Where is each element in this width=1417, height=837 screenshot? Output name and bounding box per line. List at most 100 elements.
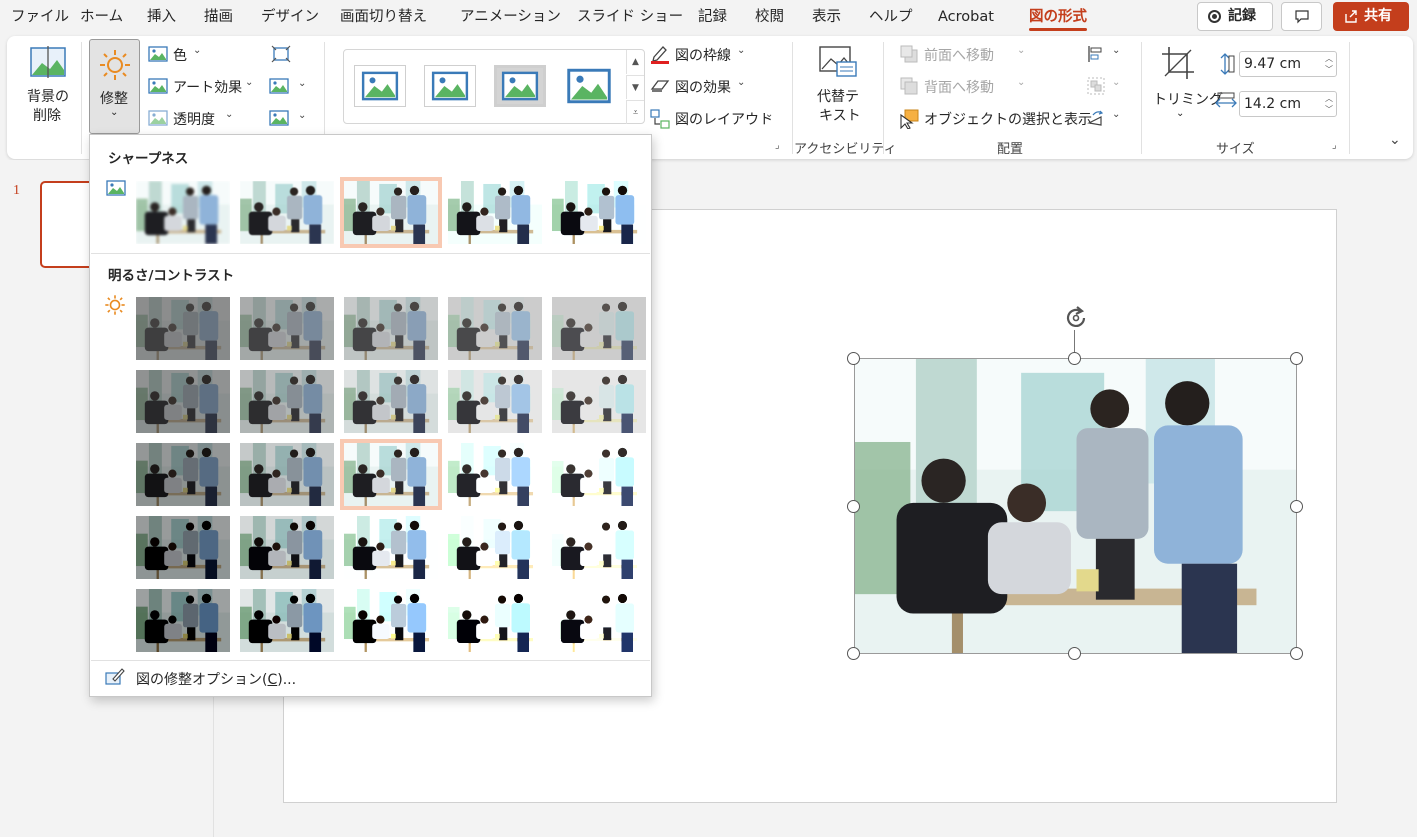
reset-picture-button[interactable]: ⌄ [269,108,309,130]
selection-pane-button[interactable]: オブジェクトの選択と表示 [898,107,1092,131]
alt-text-button[interactable]: 代替テ キスト [807,42,869,132]
brightness-contrast-option[interactable] [448,297,542,360]
tab-home[interactable]: ホーム [80,0,123,34]
width-input[interactable]: 14.2 cm ︿ ﹀ [1239,91,1337,117]
brightness-contrast-option[interactable] [136,370,230,433]
picture-effects-button[interactable]: 図の効果 ⌄ [648,75,758,99]
chevron-down-icon: ⌄ [110,107,119,118]
tab-acrobat[interactable]: Acrobat [938,0,994,34]
collapse-ribbon-icon[interactable]: ⌄ [1389,132,1401,148]
brightness-contrast-option[interactable] [136,443,230,506]
picture-style-4[interactable] [564,65,616,107]
tab-transitions[interactable]: 画面切り替え [340,0,427,34]
brightness-contrast-option[interactable] [552,297,646,360]
tab-record[interactable]: 記録 [698,0,727,34]
height-icon [1220,53,1235,75]
tab-insert[interactable]: 挿入 [147,0,176,34]
tab-file[interactable]: ファイル [11,0,69,34]
transparency-button[interactable]: 透明度 ⌄ [146,107,246,131]
brightness-contrast-option[interactable] [344,370,438,433]
resize-handle[interactable] [847,352,860,365]
sharpness-option[interactable] [448,181,542,244]
picture-style-1[interactable] [354,65,406,107]
gallery-scroll-down[interactable]: ▼ [626,75,644,99]
picture-style-2[interactable] [424,65,476,107]
sharpness-option[interactable] [136,181,230,244]
sharpness-option[interactable] [240,181,334,244]
spin-up-icon[interactable]: ︿ [1325,94,1333,103]
resize-handle[interactable] [1068,352,1081,365]
change-picture-button[interactable]: ⌄ [269,76,309,98]
sharpness-option[interactable] [340,177,442,248]
height-input[interactable]: 9.47 cm ︿ ﹀ [1239,51,1337,77]
resize-handle[interactable] [1068,647,1081,660]
rotate-handle-icon[interactable] [1062,304,1090,332]
tab-review[interactable]: 校閲 [755,0,784,34]
brightness-contrast-option[interactable] [240,516,334,579]
bring-forward-button[interactable]: 前面へ移動 ⌄ [898,43,1028,67]
sharpness-option[interactable] [552,181,646,244]
sharpness-icon [106,180,126,196]
tab-slideshow[interactable]: スライド ショー [577,0,683,34]
comments-button[interactable] [1281,2,1322,31]
brightness-contrast-option[interactable] [448,370,542,433]
record-button[interactable]: 記録 [1197,2,1273,31]
resize-handle[interactable] [1290,352,1303,365]
brightness-contrast-option[interactable] [552,443,646,506]
rotate-button[interactable]: ⌄ [1085,107,1125,131]
brightness-contrast-option[interactable] [344,516,438,579]
tab-animations[interactable]: アニメーション [460,0,561,34]
resize-handle[interactable] [1290,500,1303,513]
crop-button[interactable]: トリミング ⌄ [1149,42,1223,132]
brightness-contrast-option[interactable] [448,443,542,506]
brightness-contrast-option[interactable] [344,589,438,652]
gallery-scroll-up[interactable]: ▲ [626,50,644,74]
spin-down-icon[interactable]: ﹀ [1325,65,1333,74]
tab-picture-format[interactable]: 図の形式 [1029,0,1087,34]
resize-handle[interactable] [1290,647,1303,660]
photo-preview [448,516,542,579]
tab-draw[interactable]: 描画 [204,0,233,34]
resize-handle[interactable] [847,500,860,513]
selected-photo[interactable] [854,358,1297,654]
corrections-button[interactable]: 修整 ⌄ [89,39,140,134]
brightness-contrast-option[interactable] [448,516,542,579]
brightness-contrast-option[interactable] [240,443,334,506]
width-value: 14.2 cm [1244,96,1301,112]
brightness-contrast-option[interactable] [344,297,438,360]
share-button[interactable]: 共有 [1333,2,1409,31]
spin-up-icon[interactable]: ︿ [1325,54,1333,63]
chevron-down-icon: ⌄ [298,78,307,89]
brightness-contrast-option[interactable] [552,516,646,579]
brightness-contrast-option[interactable] [240,370,334,433]
picture-corrections-options-item[interactable]: 図の修整オプション(C)... [136,669,296,689]
picture-style-3[interactable] [494,65,546,107]
brightness-contrast-option[interactable] [136,589,230,652]
brightness-contrast-option[interactable] [136,297,230,360]
brightness-contrast-option[interactable] [552,589,646,652]
gallery-expand[interactable]: ⩡ [626,100,644,124]
dialog-launcher-icon[interactable]: ⌟ [775,140,780,151]
brightness-contrast-option[interactable] [240,589,334,652]
tab-view[interactable]: 表示 [812,0,841,34]
art-effects-button[interactable]: アート効果 ⌄ [146,75,258,99]
picture-border-button[interactable]: 図の枠線 ⌄ [648,43,758,67]
picture-layout-button[interactable]: 図のレイアウト ⌄ [648,107,778,131]
dialog-launcher-icon[interactable]: ⌟ [1332,140,1337,151]
brightness-contrast-option[interactable] [448,589,542,652]
rotate-handle-line [1074,330,1075,352]
brightness-contrast-option[interactable] [240,297,334,360]
tab-design[interactable]: デザイン [261,0,319,34]
resize-handle[interactable] [847,647,860,660]
brightness-contrast-option[interactable] [136,516,230,579]
group-button[interactable]: ⌄ [1085,75,1125,99]
brightness-contrast-option[interactable] [552,370,646,433]
color-button[interactable]: 色 ⌄ [146,43,226,67]
compress-pictures-icon[interactable] [271,45,291,63]
align-button[interactable]: ⌄ [1085,43,1125,67]
spin-down-icon[interactable]: ﹀ [1325,105,1333,114]
brightness-contrast-option[interactable] [340,439,442,510]
tab-help[interactable]: ヘルプ [869,0,913,34]
remove-background-button[interactable]: 背景の 削除 [19,42,79,132]
send-backward-button[interactable]: 背面へ移動 ⌄ [898,75,1028,99]
